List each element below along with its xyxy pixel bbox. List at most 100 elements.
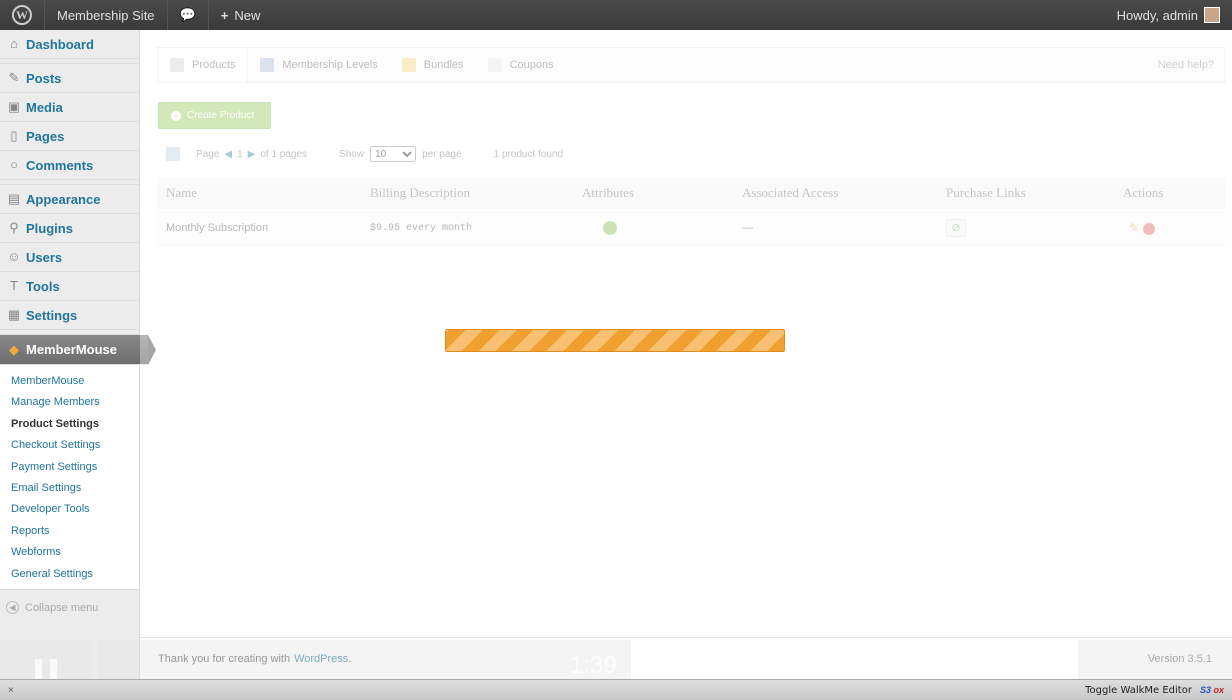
menu-item-appearance[interactable]: ▤ Appearance xyxy=(0,185,139,214)
product-name: Monthly Subscription xyxy=(166,222,269,234)
submenu-webforms[interactable]: Webforms xyxy=(0,542,139,563)
purchase-link-icon[interactable]: ⊘ xyxy=(946,219,966,237)
submenu-email-settings[interactable]: Email Settings xyxy=(0,478,139,499)
new-label: New xyxy=(234,7,261,23)
collapse-menu-button[interactable]: ◀ Collapse menu xyxy=(0,590,139,626)
walkme-badge-icon: S3 ox xyxy=(1199,685,1224,695)
submenu-developer-tools[interactable]: Developer Tools xyxy=(0,499,139,520)
recurring-status-icon xyxy=(603,221,617,235)
tab-label: Coupons xyxy=(509,59,554,71)
bundle-icon xyxy=(401,58,416,72)
associated-access: — xyxy=(742,222,753,234)
coupon-icon xyxy=(487,58,502,72)
edit-pencil-icon[interactable]: ✎ xyxy=(1129,221,1139,235)
account-menu[interactable]: Howdy, admin xyxy=(1105,0,1232,30)
menu-label: Users xyxy=(26,249,63,265)
tab-label: Bundles xyxy=(423,59,464,71)
admin-sidebar: ⌂ Dashboard ✎ Posts ▣ Media ▯ Pages ○ Co… xyxy=(0,30,156,700)
video-time: 1:39 xyxy=(570,652,617,679)
comments-link[interactable]: 💬 xyxy=(168,0,208,30)
menu-item-membermouse[interactable]: ◆ MemberMouse xyxy=(0,335,156,365)
submenu-product-settings[interactable]: Product Settings xyxy=(0,414,139,435)
col-actions: Actions xyxy=(1123,185,1164,200)
plugin-icon: ⚲ xyxy=(9,220,19,235)
need-help-link[interactable]: Need help? xyxy=(1158,59,1224,71)
menu-label: Pages xyxy=(26,128,65,144)
page-icon: ▯ xyxy=(10,128,18,143)
product-tabs: Products Membership Levels Bundles Coupo… xyxy=(157,47,1225,83)
tab-products[interactable]: Products xyxy=(158,48,249,82)
submenu-checkout-settings[interactable]: Checkout Settings xyxy=(0,435,139,456)
page-number: 1 xyxy=(237,148,243,160)
col-attributes: Attributes xyxy=(582,185,634,200)
menu-label: Comments xyxy=(26,157,94,173)
submenu-reports[interactable]: Reports xyxy=(0,521,139,542)
tab-coupons[interactable]: Coupons xyxy=(476,48,566,82)
billing-description: $9.95 every month xyxy=(370,222,473,234)
plus-icon: + xyxy=(171,110,181,121)
menu-label: MemberMouse xyxy=(26,342,118,357)
tab-label: Products xyxy=(192,59,236,71)
submenu-payment-settings[interactable]: Payment Settings xyxy=(0,457,139,478)
col-purchase-links: Purchase Links xyxy=(946,185,1026,200)
menu-item-pages[interactable]: ▯ Pages xyxy=(0,122,139,151)
menu-label: Posts xyxy=(26,70,62,86)
pagination-bar: Page ◀ 1 ▶ of 1 pages Show 10 per page 1… xyxy=(166,145,563,163)
pause-icon xyxy=(35,659,42,681)
tools-icon: T xyxy=(10,278,18,293)
table-row: Monthly Subscription $9.95 every month —… xyxy=(157,211,1225,246)
menu-item-settings[interactable]: ▦ Settings xyxy=(0,301,139,330)
pin-icon: ✎ xyxy=(8,70,20,85)
appearance-icon: ▤ xyxy=(7,191,21,206)
delete-icon[interactable] xyxy=(1143,223,1156,236)
loading-progress-bar xyxy=(445,329,785,352)
tab-label: Membership Levels xyxy=(282,59,378,71)
next-page-icon[interactable]: ▶ xyxy=(248,149,256,160)
results-count: 1 product found xyxy=(493,148,564,160)
col-associated-access: Associated Access xyxy=(742,185,839,200)
site-name-link[interactable]: Membership Site xyxy=(45,0,167,30)
walkme-status-bar: × Toggle WalkMe Editor S3 ox xyxy=(0,679,1232,700)
menu-label: Settings xyxy=(26,307,78,323)
col-billing: Billing Description xyxy=(370,185,471,200)
menu-label: Appearance xyxy=(26,191,101,207)
user-level-icon xyxy=(260,58,275,72)
submenu-general-settings[interactable]: General Settings xyxy=(0,564,139,585)
menu-label: Dashboard xyxy=(26,36,94,52)
menu-item-dashboard[interactable]: ⌂ Dashboard xyxy=(0,30,139,59)
collapse-arrow-icon: ◀ xyxy=(6,601,19,615)
per-page-select[interactable]: 10 xyxy=(370,146,417,162)
export-csv-icon[interactable] xyxy=(166,147,180,161)
menu-item-media[interactable]: ▣ Media xyxy=(0,93,139,122)
page-label: Page xyxy=(196,148,220,160)
toggle-walkme-editor[interactable]: Toggle WalkMe Editor xyxy=(1085,685,1192,696)
menu-label: Media xyxy=(26,99,63,115)
tab-bundles[interactable]: Bundles xyxy=(390,48,476,82)
avatar xyxy=(1204,7,1220,23)
tab-membership-levels[interactable]: Membership Levels xyxy=(248,48,389,82)
menu-item-plugins[interactable]: ⚲ Plugins xyxy=(0,214,139,243)
submenu-membermouse[interactable]: MemberMouse xyxy=(0,371,139,392)
menu-label: Plugins xyxy=(26,220,73,236)
media-icon: ▣ xyxy=(7,99,21,114)
users-icon: ☺ xyxy=(7,249,21,264)
new-content-menu[interactable]: + New xyxy=(209,0,273,30)
house-icon: ⌂ xyxy=(10,36,18,51)
membermouse-icon: ◆ xyxy=(9,341,19,357)
admin-bar: W Membership Site 💬 + New Howdy, admin xyxy=(0,0,1232,30)
howdy-text: Howdy, admin xyxy=(1116,7,1198,23)
show-label: Show xyxy=(339,148,365,160)
create-product-button[interactable]: + Create Product xyxy=(158,102,271,129)
menu-item-posts[interactable]: ✎ Posts xyxy=(0,64,139,93)
close-icon[interactable]: × xyxy=(8,685,14,696)
menu-item-comments[interactable]: ○ Comments xyxy=(0,151,139,180)
submenu-manage-members[interactable]: Manage Members xyxy=(0,392,139,413)
wp-logo-menu[interactable]: W xyxy=(0,0,44,30)
prev-page-icon[interactable]: ◀ xyxy=(224,149,232,160)
per-page-label: per page xyxy=(422,148,462,160)
menu-item-tools[interactable]: T Tools xyxy=(0,272,139,301)
membermouse-submenu: MemberMouse Manage Members Product Setti… xyxy=(0,365,139,590)
col-name: Name xyxy=(166,185,198,200)
menu-item-users[interactable]: ☺ Users xyxy=(0,243,139,272)
settings-icon: ▦ xyxy=(7,307,21,322)
